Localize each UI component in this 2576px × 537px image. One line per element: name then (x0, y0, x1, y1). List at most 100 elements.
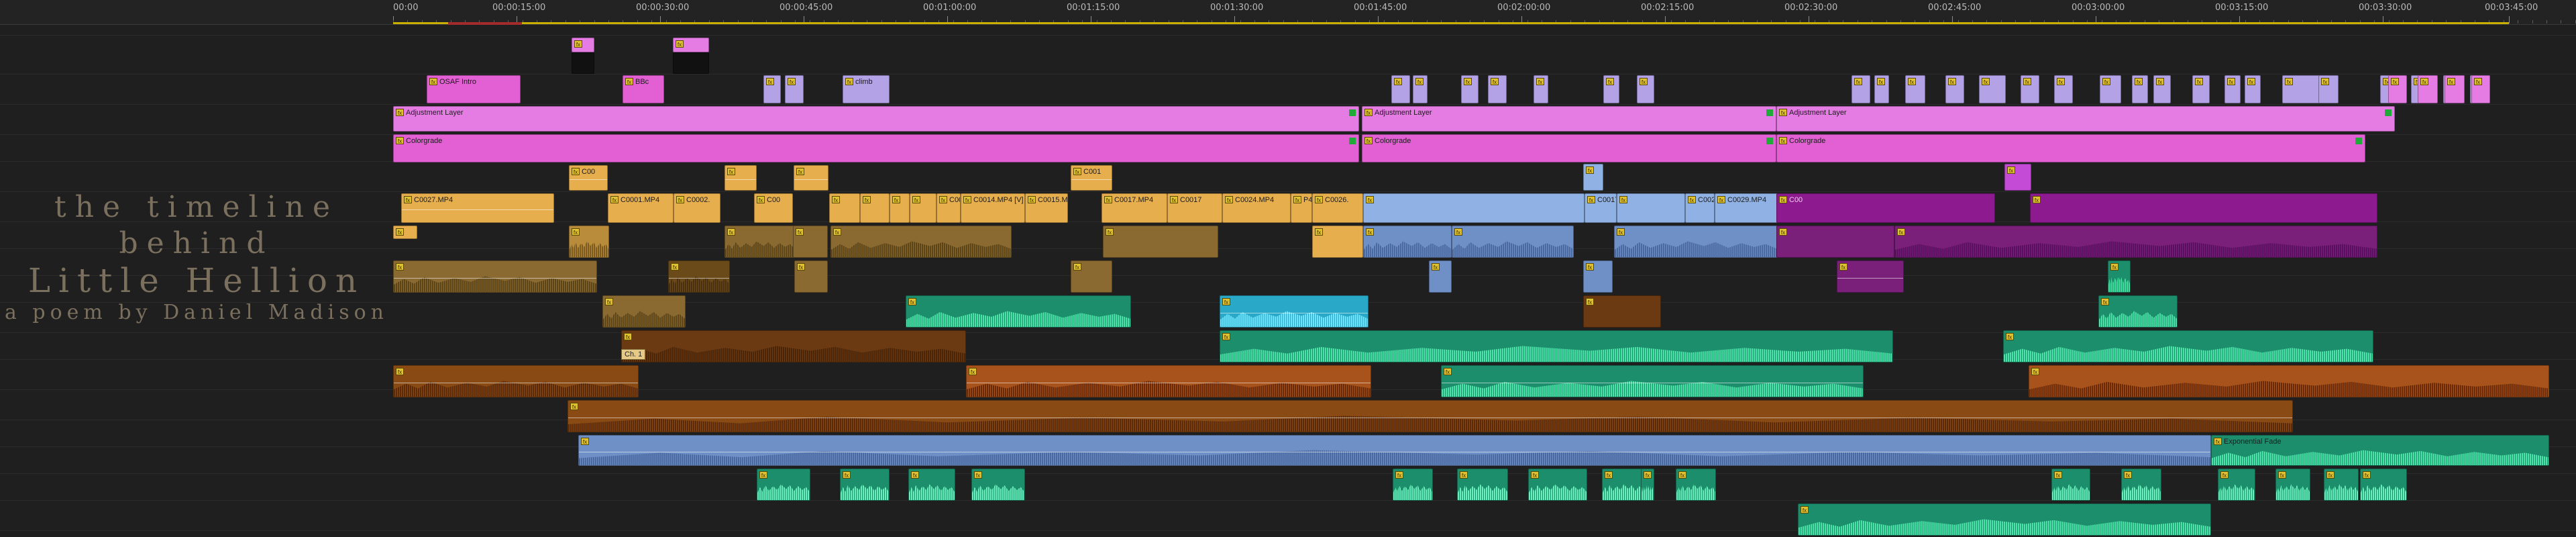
timeline-clip[interactable]: fx (1583, 295, 1661, 328)
timeline-clip[interactable]: fx (2153, 75, 2171, 103)
timeline-clip[interactable]: fx C0029.MP4 (1715, 193, 1778, 223)
timeline-clip[interactable]: fx (1528, 469, 1587, 501)
volume-rubber-band[interactable] (394, 278, 596, 279)
timeline-clip[interactable]: fx (908, 469, 955, 501)
timeline-clip[interactable]: fx (1637, 75, 1654, 103)
timeline-clip[interactable]: fx (2445, 75, 2465, 103)
timeline-clip[interactable]: fx (2471, 75, 2490, 103)
timeline-clip[interactable]: fx (1103, 226, 1218, 258)
timeline-clip[interactable]: fx (1979, 75, 2006, 103)
timeline-clip[interactable]: fx (860, 193, 890, 223)
timeline-clip[interactable]: fx (393, 365, 639, 397)
timeline-clip[interactable]: fx (724, 165, 757, 191)
timeline-clip[interactable]: fx (1583, 260, 1613, 293)
timeline-clip[interactable]: fx (906, 295, 1131, 328)
timeline-clip[interactable]: fx (1429, 260, 1452, 293)
timeline-clip[interactable]: fx (1603, 75, 1619, 103)
timeline-clip[interactable]: fx (757, 469, 810, 501)
timeline-clip[interactable]: fx (763, 75, 781, 103)
timeline-clip[interactable]: fx (668, 260, 730, 293)
timeline-clip[interactable]: fx (2224, 75, 2241, 103)
timeline-clip[interactable]: fx (1776, 226, 1894, 258)
timeline-clip[interactable]: fx C0027.MP4 (401, 193, 554, 223)
timeline-clip[interactable]: fx (2245, 75, 2261, 103)
timeline-clip[interactable]: fx (1220, 295, 1368, 328)
work-area-bar[interactable] (393, 22, 2509, 24)
timeline-clip[interactable]: fx (2100, 75, 2121, 103)
timeline-clip[interactable]: fx OSAF Intro (427, 75, 521, 103)
in-out-range[interactable] (448, 22, 522, 25)
timeline-clip[interactable]: fx (1874, 75, 1889, 103)
volume-rubber-band[interactable] (402, 209, 553, 211)
timeline-clip[interactable]: fx C00 (1776, 193, 1995, 223)
timeline-clip[interactable]: fx (2324, 469, 2359, 501)
timeline-clip[interactable]: fx (794, 165, 828, 191)
timeline-clip[interactable]: fx (2282, 75, 2320, 103)
timeline-clip[interactable]: fx (1461, 75, 1479, 103)
timeline-clip[interactable]: fx (1851, 75, 1870, 103)
timeline-clip[interactable]: fx (971, 469, 1025, 501)
chapter-marker[interactable]: Ch. 1 (621, 349, 646, 360)
timeline-clip[interactable]: fx (1312, 226, 1363, 258)
timeline-clip[interactable]: fx (2388, 75, 2407, 103)
timeline-clip[interactable]: fx (1798, 503, 2211, 536)
timeline-clip[interactable]: fx (2054, 75, 2073, 103)
timeline-clip[interactable]: fx (1614, 226, 1778, 258)
timeline-clip[interactable]: fx Colorgrade (1776, 134, 2365, 162)
timeline-clip[interactable]: fxC0017. (1585, 193, 1617, 223)
timeline-clip[interactable]: fx (910, 193, 936, 223)
timeline-clip[interactable]: fx (2004, 164, 2031, 191)
timeline-clip[interactable]: fx (829, 193, 860, 223)
timeline-clip[interactable]: fx C00 (754, 193, 793, 223)
timeline-clip[interactable]: fx (673, 38, 709, 52)
timeline-clip[interactable]: fx (793, 226, 828, 258)
timeline-clip[interactable]: fx Adjustment Layer (1362, 106, 1776, 132)
timeline-clip[interactable]: fx Colorgrade (1362, 134, 1776, 162)
timeline-clip[interactable]: fx C002 (1685, 193, 1715, 223)
timeline-clip[interactable]: fx (1676, 469, 1716, 501)
timeline-clip[interactable]: fx (1391, 75, 1410, 103)
timeline-clip[interactable]: fx (2021, 75, 2039, 103)
timeline-clip[interactable]: fx (2192, 75, 2210, 103)
timeline-clip[interactable]: fx (2418, 75, 2438, 103)
timeline-clip[interactable]: fx (572, 38, 594, 52)
timeline-clip[interactable]: fx (1363, 226, 1452, 258)
timeline-clip[interactable]: fx (1617, 193, 1685, 223)
timeline-clip[interactable]: fx (1837, 260, 1904, 293)
timeline-clip[interactable]: fx Adjustment Layer (1776, 106, 2395, 132)
timeline-clip[interactable]: fx (1641, 469, 1654, 501)
timeline-clip[interactable]: fx Adjustment Layer (393, 106, 1359, 132)
timeline-clip[interactable]: fx (2132, 75, 2148, 103)
timeline-clip[interactable]: fx climb (843, 75, 890, 103)
timeline-clip[interactable]: fx C0017 (1167, 193, 1222, 223)
timeline-clip[interactable] (572, 52, 594, 74)
timeline-clip[interactable]: fx (393, 260, 597, 293)
timeline-clip[interactable]: fx C0015.M (1025, 193, 1068, 223)
timeline-clip[interactable]: fx BBc (623, 75, 664, 103)
timeline-clip[interactable]: fx (393, 226, 417, 239)
timeline-clip[interactable]: fx (621, 330, 966, 362)
timeline-clip[interactable]: fx (2318, 75, 2339, 103)
timeline-clip[interactable]: fx (2029, 365, 2549, 397)
timeline-clip[interactable]: fx (1220, 330, 1893, 362)
timeline-clip[interactable]: fx (1488, 75, 1507, 103)
timeline-clip[interactable]: fx (2003, 330, 2373, 362)
timeline-clip[interactable]: fx C0024.MP4 (1222, 193, 1291, 223)
timeline-clip[interactable]: fx C00 (569, 165, 608, 191)
timeline-clip[interactable]: fx (2275, 469, 2310, 501)
timeline-clip[interactable]: fx Colorgrade (393, 134, 1359, 162)
volume-rubber-band[interactable] (669, 278, 729, 279)
timeline-clip[interactable]: fx C0026. (1312, 193, 1363, 223)
timeline-clip[interactable]: fx (1441, 365, 1864, 397)
volume-rubber-band[interactable] (1071, 179, 1112, 180)
timeline-clip[interactable]: fx (1905, 75, 1925, 103)
timeline-clip[interactable]: fx (794, 260, 828, 293)
timeline-clip[interactable]: fx (1452, 226, 1574, 258)
timeline-clip[interactable]: fx (2108, 260, 2131, 293)
timeline-clip[interactable]: fx (890, 193, 910, 223)
timeline-clip[interactable]: fx (1363, 193, 1585, 223)
timeline-clip[interactable]: fx (2121, 469, 2161, 501)
timeline-clip[interactable]: fxC0013. (936, 193, 961, 223)
timeline-clip[interactable]: fx (785, 75, 804, 103)
timeline-clip[interactable]: fx (569, 226, 609, 258)
